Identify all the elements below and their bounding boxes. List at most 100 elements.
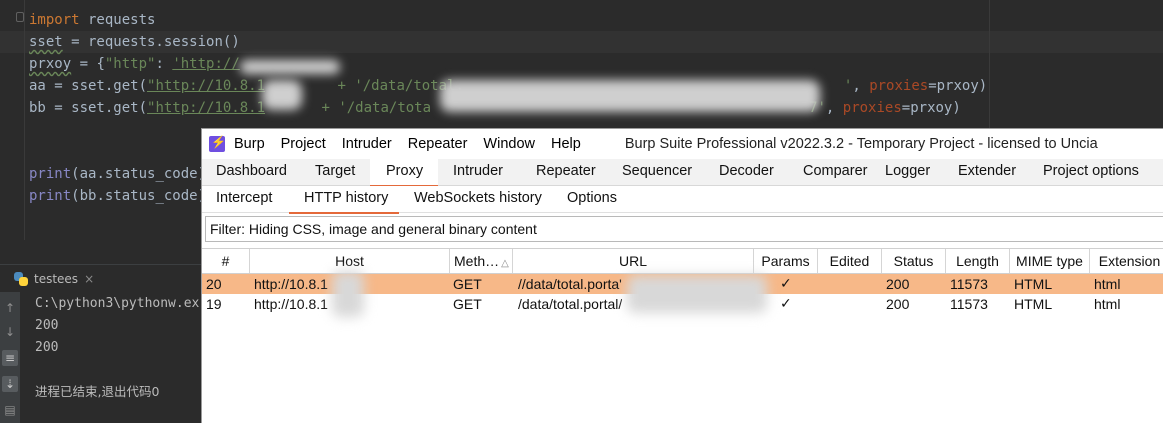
redaction-blur xyxy=(440,80,820,112)
tab-logger[interactable]: Logger xyxy=(872,159,942,186)
scroll-to-end-icon[interactable]: ⇣ xyxy=(2,376,18,392)
tab-options[interactable]: Options xyxy=(551,186,631,213)
console-line: C:\python3\pythonw.ex xyxy=(35,296,200,311)
check-icon: ✓ xyxy=(780,296,792,312)
sort-ascending-icon: △ xyxy=(501,258,509,269)
tab-target[interactable]: Target xyxy=(303,159,370,186)
print-icon[interactable]: ▤ xyxy=(2,402,18,418)
column-extension[interactable]: Extension xyxy=(1090,249,1163,273)
cell-method: GET xyxy=(453,276,482,292)
menu-project[interactable]: Project xyxy=(281,136,326,152)
arrow-up-icon[interactable]: ↑ xyxy=(2,300,18,316)
column-number[interactable]: # xyxy=(202,249,250,273)
builtin-function: print xyxy=(29,188,72,204)
tab-http-history[interactable]: HTTP history xyxy=(289,186,399,214)
menu-intruder[interactable]: Intruder xyxy=(342,136,392,152)
code-line-7[interactable]: print(bb.status_code) xyxy=(29,185,206,207)
method-call: session xyxy=(163,34,223,50)
string-literal: "http" xyxy=(104,56,156,72)
url-literal: "http://10.8.1 xyxy=(147,78,266,94)
code-line-2[interactable]: sset = requests.session() xyxy=(29,31,240,53)
code-text: (aa.status_code) xyxy=(71,166,207,182)
close-icon[interactable]: × xyxy=(84,268,94,290)
code-text: requests xyxy=(79,12,156,28)
soft-wrap-icon[interactable]: ≡ xyxy=(2,350,18,366)
tab-comparer[interactable]: Comparer xyxy=(787,159,872,186)
tab-websockets-history[interactable]: WebSockets history xyxy=(399,186,551,213)
menu-repeater[interactable]: Repeater xyxy=(408,136,468,152)
cell-host: http://10.8.1 xyxy=(254,296,328,312)
code-line-6[interactable]: print(aa.status_code) xyxy=(29,163,206,185)
tab-project-options[interactable]: Project options xyxy=(1028,159,1163,186)
console-line: 200 xyxy=(35,318,59,333)
column-method[interactable]: Meth… △ xyxy=(450,249,513,273)
cell-number: 19 xyxy=(206,296,222,312)
column-mime-type[interactable]: MIME type xyxy=(1010,249,1090,273)
cell-length: 11573 xyxy=(950,276,988,292)
code-text: () xyxy=(222,34,240,50)
cell-status: 200 xyxy=(886,276,910,292)
redaction-blur xyxy=(262,80,302,110)
code-text: , xyxy=(852,78,870,94)
tab-extender[interactable]: Extender xyxy=(942,159,1028,186)
filter-bar[interactable]: Filter: Hiding CSS, image and general bi… xyxy=(205,216,1163,242)
column-host[interactable]: Host xyxy=(250,249,450,273)
burp-logo-icon xyxy=(209,135,226,152)
column-url[interactable]: URL xyxy=(513,249,754,273)
url-literal: 'http:// xyxy=(172,56,240,72)
console-line: 200 xyxy=(35,340,59,355)
code-text: bb = sset.get( xyxy=(29,100,148,116)
string-literal: + '/data/tota xyxy=(313,100,432,116)
proxy-sub-tab-bar: Intercept HTTP history WebSockets histor… xyxy=(202,186,1163,214)
gutter-divider xyxy=(24,0,25,240)
tab-dashboard[interactable]: Dashboard xyxy=(202,159,303,186)
console-line: 进程已结束,退出代码0 xyxy=(35,384,160,399)
column-edited[interactable]: Edited xyxy=(818,249,882,273)
cell-url: //data/total.porta' xyxy=(518,276,622,292)
arrow-down-icon[interactable]: ↓ xyxy=(2,324,18,340)
tab-decoder[interactable]: Decoder xyxy=(704,159,787,186)
main-tab-bar: Dashboard Target Proxy Intruder Repeater… xyxy=(202,159,1163,187)
code-text: : xyxy=(155,56,173,72)
tab-proxy[interactable]: Proxy xyxy=(370,159,438,187)
run-tab[interactable]: testees × xyxy=(14,268,94,290)
cell-length: 11573 xyxy=(950,296,988,312)
column-method-label: Meth… xyxy=(454,253,500,269)
code-text: (bb.status_code) xyxy=(71,188,207,204)
menu-help[interactable]: Help xyxy=(551,136,581,152)
run-toolbar: ↑ ↓ ≡ ⇣ ▤ xyxy=(0,292,20,423)
burp-window: Burp Project Intruder Repeater Window He… xyxy=(201,128,1163,423)
tab-intercept[interactable]: Intercept xyxy=(202,186,289,213)
cell-host: http://10.8.1 xyxy=(254,276,328,292)
cell-mime-type: HTML xyxy=(1014,276,1053,292)
menu-window[interactable]: Window xyxy=(483,136,535,152)
run-tab-label: testees xyxy=(34,272,79,286)
variable: sset xyxy=(29,34,63,50)
fold-icon[interactable] xyxy=(16,12,24,22)
menu-burp[interactable]: Burp xyxy=(234,136,265,152)
cell-method: GET xyxy=(453,296,482,312)
code-text: , xyxy=(825,100,843,116)
code-line-1[interactable]: import requests xyxy=(29,9,155,31)
cell-number: 20 xyxy=(206,276,222,292)
tab-repeater[interactable]: Repeater xyxy=(520,159,606,186)
tab-intruder[interactable]: Intruder xyxy=(438,159,520,186)
code-line-3[interactable]: prxoy = {"http": 'http:// xyxy=(29,53,240,75)
keyword-argument: proxies xyxy=(842,100,902,116)
python-icon xyxy=(14,272,28,286)
column-params[interactable]: Params xyxy=(754,249,818,273)
code-text: =prxoy) xyxy=(901,100,961,116)
redaction-blur xyxy=(332,271,364,317)
cell-status: 200 xyxy=(886,296,910,312)
cell-url: /data/total.portal/ xyxy=(518,296,623,312)
menu-bar: Burp Project Intruder Repeater Window He… xyxy=(202,129,1163,159)
tab-sequencer[interactable]: Sequencer xyxy=(606,159,704,186)
code-text: = { xyxy=(71,56,105,72)
redaction-blur xyxy=(627,275,767,313)
code-text: = requests. xyxy=(62,34,164,50)
column-status[interactable]: Status xyxy=(882,249,946,273)
column-length[interactable]: Length xyxy=(946,249,1010,273)
url-literal: "http://10.8.1 xyxy=(147,100,266,116)
redaction-blur xyxy=(240,60,340,74)
code-text: aa = sset.get( xyxy=(29,78,148,94)
